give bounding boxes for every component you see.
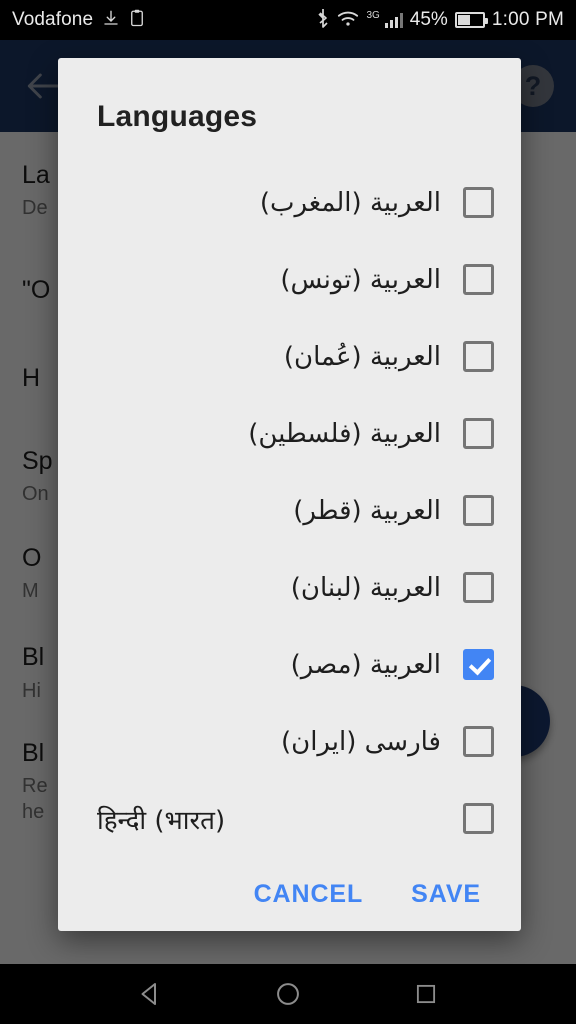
clipboard-icon: [129, 9, 145, 31]
carrier-label: Vodafone: [12, 9, 94, 30]
nav-back-icon[interactable]: [133, 977, 167, 1011]
clock-label: 1:00 PM: [491, 9, 564, 30]
cancel-button[interactable]: CANCEL: [254, 880, 364, 909]
language-label: العربية (قطر): [293, 495, 441, 526]
language-checkbox[interactable]: [463, 726, 494, 757]
network-type-label: 3G: [366, 9, 380, 21]
language-label: العربية (عُمان): [283, 341, 441, 372]
wifi-icon: [337, 10, 359, 31]
language-checkbox[interactable]: [463, 495, 494, 526]
language-list: العربية (المغرب) العربية (تونس) العربية (ع…: [58, 134, 521, 857]
status-bar-left: Vodafone: [12, 9, 145, 31]
language-label: فارسى (ايران): [280, 726, 441, 757]
status-bar-right: 3G 45% 1:00 PM: [316, 8, 564, 32]
status-bar: Vodafone 3G 45% 1:00 PM: [0, 0, 576, 40]
phone-screen: Vodafone 3G 45% 1:00 PM Languages العربي…: [0, 0, 576, 1024]
language-label: العربية (فلسطين): [248, 418, 441, 449]
dialog-actions: CANCEL SAVE: [58, 857, 521, 931]
language-row[interactable]: العربية (مصر): [58, 626, 521, 703]
language-checkbox[interactable]: [463, 264, 494, 295]
language-label: العربية (تونس): [280, 264, 441, 295]
language-checkbox[interactable]: [463, 572, 494, 603]
dialog-title: Languages: [97, 100, 258, 133]
save-button[interactable]: SAVE: [411, 880, 481, 909]
download-icon: [102, 9, 120, 31]
language-label: العربية (مصر): [290, 649, 441, 680]
language-checkbox[interactable]: [463, 341, 494, 372]
language-label: العربية (لبنان): [290, 572, 441, 603]
language-checkbox[interactable]: [463, 649, 494, 680]
language-checkbox[interactable]: [463, 187, 494, 218]
language-row[interactable]: العربية (المغرب): [58, 164, 521, 241]
language-row[interactable]: العربية (عُمان): [58, 318, 521, 395]
battery-percent-label: 45%: [409, 9, 448, 30]
signal-bars-icon: [384, 12, 403, 28]
language-row[interactable]: हिन्दी (भारत): [58, 780, 521, 857]
nav-home-icon[interactable]: [271, 977, 305, 1011]
language-row[interactable]: العربية (لبنان): [58, 549, 521, 626]
language-row[interactable]: العربية (قطر): [58, 472, 521, 549]
language-label: العربية (المغرب): [259, 187, 441, 218]
battery-icon: [454, 12, 488, 28]
nav-recents-icon[interactable]: [409, 977, 443, 1011]
language-label: हिन्दी (भारत): [97, 805, 226, 836]
language-checkbox[interactable]: [463, 803, 494, 834]
bluetooth-icon: [316, 8, 330, 32]
language-row[interactable]: فارسى (ايران): [58, 703, 521, 780]
language-row[interactable]: العربية (تونس): [58, 241, 521, 318]
language-checkbox[interactable]: [463, 418, 494, 449]
languages-dialog: Languages العربية (المغرب) العربية (تونس)…: [58, 58, 521, 931]
system-navigation-bar: [0, 964, 576, 1024]
language-row[interactable]: العربية (فلسطين): [58, 395, 521, 472]
